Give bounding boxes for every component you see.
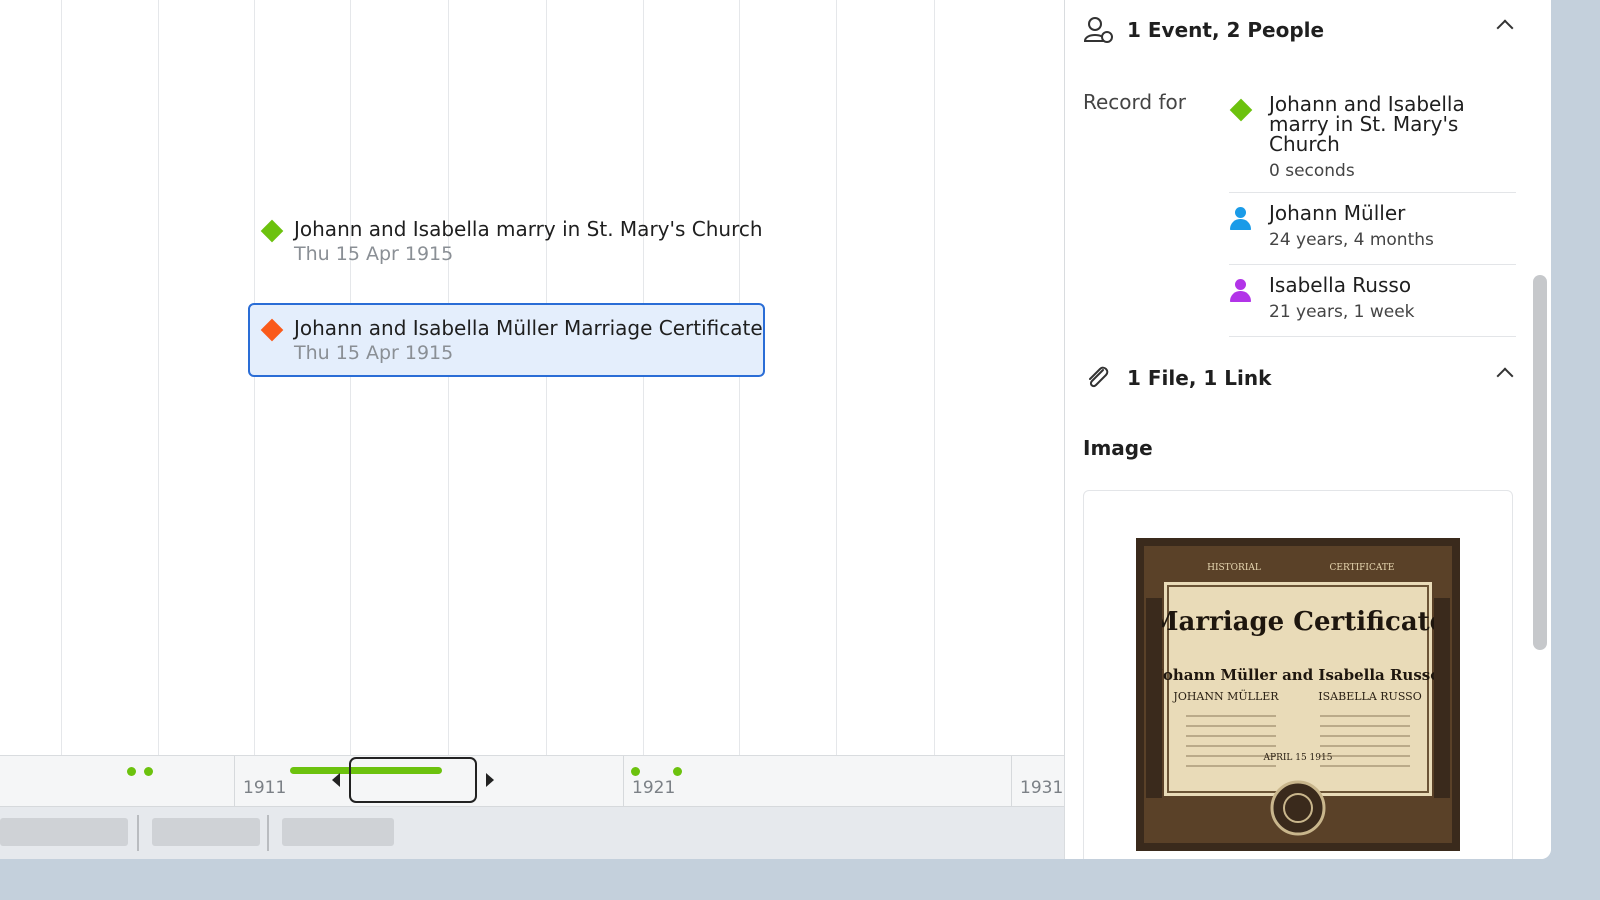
brush-left-handle[interactable] [332, 773, 340, 787]
grid-line [350, 0, 351, 755]
app-window: Johann and Isabella marry in St. Mary's … [0, 0, 1551, 859]
people-icon [1083, 17, 1113, 43]
toolbar-button[interactable] [0, 818, 128, 846]
bottom-toolbar [0, 806, 1064, 859]
grid-line [836, 0, 837, 755]
marriage-certificate-image: HISTORIAL CERTIFICATE Marriage Certifica… [1136, 538, 1460, 851]
cert-date: APRIL 15 1915 [1263, 753, 1333, 763]
toolbar-button[interactable] [152, 818, 260, 846]
cert-heading: Marriage Certificate [1150, 607, 1446, 637]
record-subtitle: 21 years, 1 week [1269, 302, 1415, 322]
event-date: Thu 15 Apr 1915 [294, 243, 454, 265]
person-icon [1229, 279, 1255, 336]
event-marker [673, 767, 682, 776]
paperclip-icon [1089, 366, 1109, 388]
record-subtitle: 24 years, 4 months [1269, 230, 1434, 250]
cert-top-right: CERTIFICATE [1330, 563, 1395, 573]
overview-brush[interactable] [349, 757, 477, 803]
grid-line [61, 0, 62, 755]
year-tick [234, 756, 235, 806]
cert-names: Johann Müller and Isabella Russo [1154, 666, 1441, 684]
grid-line [643, 0, 644, 755]
record-diamond-icon [260, 318, 284, 342]
year-label: 1911 [243, 778, 287, 798]
image-label: Image [1083, 436, 1153, 460]
section-title: 1 File, 1 Link [1127, 366, 1272, 390]
cert-name-left: JOHANN MÜLLER [1172, 689, 1279, 703]
year-tick [623, 756, 624, 806]
brush-right-handle[interactable] [486, 773, 494, 787]
grid-line [934, 0, 935, 755]
year-tick [1011, 756, 1012, 806]
section-title: 1 Event, 2 People [1127, 18, 1325, 42]
timeline-event-selected[interactable]: Johann and Isabella Müller Marriage Cert… [248, 303, 765, 377]
scrollbar-thumb[interactable] [1533, 275, 1547, 650]
event-title: Johann and Isabella marry in St. Mary's … [294, 217, 763, 241]
record-item-event[interactable]: Johann and Isabella marry in St. Mary's … [1229, 94, 1516, 193]
event-title: Johann and Isabella Müller Marriage Cert… [294, 316, 763, 340]
event-marker [127, 767, 136, 776]
person-icon [1229, 207, 1255, 264]
event-marker [144, 767, 153, 776]
cert-top-left: HISTORIAL [1207, 563, 1261, 573]
record-subtitle: 0 seconds [1269, 161, 1355, 181]
record-title: Isabella Russo [1269, 273, 1412, 297]
participants-section-header[interactable]: 1 Event, 2 People [1083, 12, 1514, 48]
event-diamond-icon [1229, 98, 1255, 192]
attachments-section-header[interactable]: 1 File, 1 Link [1083, 360, 1514, 396]
chevron-up-icon[interactable] [1496, 19, 1514, 37]
grid-line [158, 0, 159, 755]
toolbar-divider [267, 815, 269, 851]
grid-line [448, 0, 449, 755]
timeline-overview[interactable]: 1911 1921 1931 [0, 755, 1064, 806]
panel-scrollbar[interactable] [1533, 275, 1547, 650]
year-label: 1931 [1020, 778, 1064, 798]
record-for-label: Record for [1083, 90, 1186, 114]
event-diamond-icon [260, 219, 284, 243]
grid-line [546, 0, 547, 755]
record-title: Johann and Isabella marry in St. Mary's … [1269, 92, 1465, 156]
timeline-canvas[interactable]: Johann and Isabella marry in St. Mary's … [0, 0, 1064, 755]
grid-line [254, 0, 255, 755]
record-item-person[interactable]: Johann Müller 24 years, 4 months [1229, 203, 1516, 265]
timeline-event[interactable]: Johann and Isabella marry in St. Mary's … [250, 206, 790, 276]
toolbar-divider [137, 815, 139, 851]
image-attachment[interactable]: HISTORIAL CERTIFICATE Marriage Certifica… [1083, 490, 1513, 859]
chevron-up-icon[interactable] [1496, 367, 1514, 385]
record-title: Johann Müller [1269, 201, 1406, 225]
record-item-person[interactable]: Isabella Russo 21 years, 1 week [1229, 275, 1516, 337]
grid-line [739, 0, 740, 755]
cert-name-right: ISABELLA RUSSO [1318, 690, 1421, 703]
event-marker [631, 767, 640, 776]
detail-panel: 1 Event, 2 People Record for Johann and … [1064, 0, 1551, 859]
year-label: 1921 [632, 778, 676, 798]
event-date: Thu 15 Apr 1915 [294, 342, 454, 364]
toolbar-button[interactable] [282, 818, 394, 846]
